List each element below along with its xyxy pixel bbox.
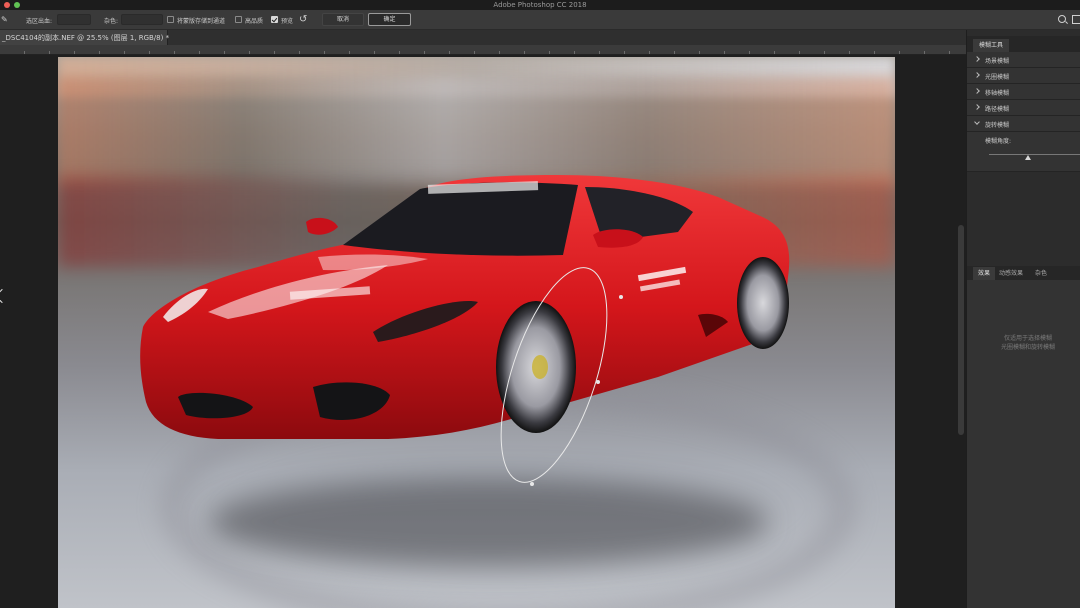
save-mask-checkbox[interactable] (167, 16, 174, 23)
blur-item-path[interactable]: 路径模糊 (967, 100, 1080, 116)
tab-effects[interactable]: 效果 (973, 267, 996, 280)
effects-panel-body: 仅适用于选择模糊 光圈模糊和旋转模糊 (967, 280, 1080, 608)
options-bar: ✎ 选区出血: 杂色: 将蒙版存储到通道 高品质 预览 ↺ 取消 确定 (0, 10, 1080, 30)
search-icon[interactable] (1058, 15, 1066, 23)
chevron-right-icon (974, 88, 980, 94)
blur-item-field[interactable]: 场景模糊 (967, 52, 1080, 68)
app-title: Adobe Photoshop CC 2018 (493, 1, 587, 9)
chevron-right-icon (974, 104, 980, 110)
noise-field[interactable] (121, 14, 163, 25)
horizontal-ruler (0, 45, 966, 55)
noise-label: 杂色: (104, 18, 119, 25)
blur-angle-label: 模糊角度: (985, 138, 1012, 145)
save-mask-label: 将蒙版存储到通道 (177, 18, 226, 25)
chevron-left-icon[interactable] (0, 288, 10, 304)
high-quality-checkbox[interactable] (235, 16, 242, 23)
blur-tools-tabbar: 模糊工具 (967, 36, 1080, 52)
canvas-workspace[interactable] (0, 55, 966, 608)
tab-blur-tools[interactable]: 模糊工具 (973, 39, 1010, 52)
document-tab-label: _DSC4104的副本.NEF @ 25.5% (图层 1, RGB/8) * (2, 34, 170, 42)
tab-noise[interactable]: 杂色 (1035, 267, 1047, 280)
blur-item-iris[interactable]: 光圈模糊 (967, 68, 1080, 84)
ok-button[interactable]: 确定 (368, 13, 411, 26)
blur-item-label: 光圈模糊 (985, 74, 1010, 81)
spin-blur-settings: 模糊角度: (967, 132, 1080, 172)
high-quality-label: 高品质 (245, 18, 264, 25)
blur-tools-list: 场景模糊 光圈模糊 移轴模糊 路径模糊 旋转模糊 模糊角度: (967, 52, 1080, 172)
blur-item-label: 旋转模糊 (985, 122, 1010, 129)
front-wheel-hub (532, 355, 548, 379)
blur-angle-slider[interactable] (989, 154, 1080, 155)
rear-wheel (737, 257, 789, 349)
chevron-right-icon (974, 56, 980, 62)
cancel-button[interactable]: 取消 (322, 13, 364, 26)
blur-item-label: 场景模糊 (985, 58, 1010, 65)
reset-icon[interactable]: ↺ (299, 14, 307, 25)
effects-tabbar: 效果 动感效果 杂色 (967, 266, 1080, 280)
red-sports-car (140, 175, 790, 439)
document-image[interactable] (58, 57, 895, 608)
chevron-down-icon (974, 119, 980, 125)
blur-item-spin[interactable]: 旋转模糊 (967, 116, 1080, 132)
side-mirror (306, 217, 338, 235)
blur-tool-icon[interactable]: ✎ (1, 15, 9, 24)
preview-label: 预览 (281, 18, 294, 25)
right-panel: 模糊工具 场景模糊 光圈模糊 移轴模糊 路径模糊 旋转模糊 模糊角度: 效果 动… (966, 30, 1080, 608)
document-tab-bar: _DSC4104的副本.NEF @ 25.5% (图层 1, RGB/8) * (0, 30, 966, 45)
selection-bleed-label: 选区出血: (26, 18, 53, 25)
workspace-icon[interactable] (1072, 15, 1080, 24)
preview-checkbox[interactable] (271, 16, 278, 23)
blur-angle-slider-thumb[interactable] (1024, 155, 1031, 160)
windshield (343, 182, 578, 256)
blur-item-label: 移轴模糊 (985, 90, 1010, 97)
tab-motion-effects[interactable]: 动感效果 (999, 267, 1023, 280)
vertical-scrollbar[interactable] (958, 225, 964, 435)
blur-item-tilt-shift[interactable]: 移轴模糊 (967, 84, 1080, 100)
title-bar: Adobe Photoshop CC 2018 (0, 0, 1080, 10)
chevron-right-icon (974, 72, 980, 78)
effects-note: 仅适用于选择模糊 光圈模糊和旋转模糊 (1000, 335, 1055, 351)
blur-item-label: 路径模糊 (985, 106, 1010, 113)
document-tab[interactable]: _DSC4104的副本.NEF @ 25.5% (图层 1, RGB/8) * (0, 30, 170, 45)
selection-bleed-field[interactable] (57, 14, 91, 25)
